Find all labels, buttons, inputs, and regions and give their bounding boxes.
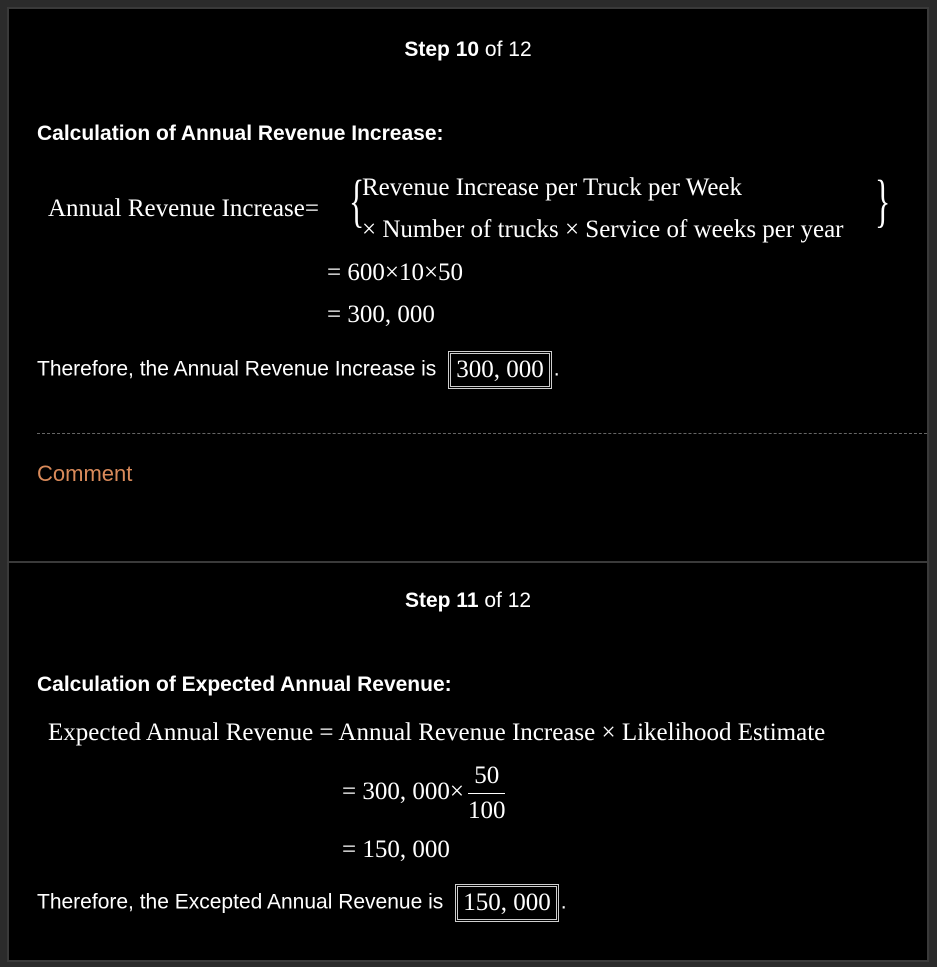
equation-step-2: = 300, 000× 50 100 (342, 759, 506, 828)
equals-sign: = (304, 195, 319, 222)
period: . (560, 890, 567, 914)
step-number: 10 (455, 38, 480, 61)
step-10-heading: Calculation of Annual Revenue Increase: (37, 122, 444, 145)
equation-step-3: = 150, 000 (342, 836, 450, 863)
step-label: Step (404, 589, 451, 612)
equation-step-2-prefix: = 300, 000× (342, 778, 464, 806)
conclusion-text: Therefore, the Excepted Annual Revenue i… (37, 890, 444, 914)
fraction-denominator: 100 (467, 797, 506, 824)
step-separator (9, 561, 927, 563)
equation-line-1: Revenue Increase per Truck per Week (362, 174, 743, 201)
step-11-conclusion: Therefore, the Excepted Annual Revenue i… (37, 885, 567, 921)
equation-step-3: = 300, 000 (327, 301, 435, 328)
fraction: 50 100 (467, 759, 506, 828)
conclusion-text: Therefore, the Annual Revenue Increase i… (37, 357, 437, 381)
equation-lhs-label: Annual Revenue Increase (48, 195, 305, 222)
step-10-header: Step 10 of 12 (9, 38, 927, 62)
step-label: Step (404, 38, 450, 61)
equation-line-2: × Number of trucks × Service of weeks pe… (362, 216, 844, 243)
period: . (553, 357, 560, 381)
step-11-heading: Calculation of Expected Annual Revenue: (37, 673, 452, 696)
equation-step-2: = 600×10×50 (327, 259, 464, 286)
equation-line-1: Expected Annual Revenue = Annual Revenue… (48, 719, 826, 746)
solution-panel: Step 10 of 12 Calculation of Annual Reve… (7, 7, 929, 962)
step-total: of 12 (484, 589, 532, 612)
fraction-numerator: 50 (467, 759, 506, 794)
dashed-divider (37, 433, 927, 434)
right-brace: } (875, 168, 891, 233)
step-10-conclusion: Therefore, the Annual Revenue Increase i… (37, 352, 560, 388)
step-total: of 12 (484, 38, 532, 61)
equation-lhs: Annual Revenue Increase= (48, 195, 319, 223)
step-11-header: Step 11 of 12 (9, 589, 927, 613)
comment-link[interactable]: Comment (37, 461, 132, 487)
answer-box: 300, 000 (449, 352, 551, 388)
step-number: 11 (456, 589, 479, 612)
answer-box: 150, 000 (456, 885, 558, 921)
